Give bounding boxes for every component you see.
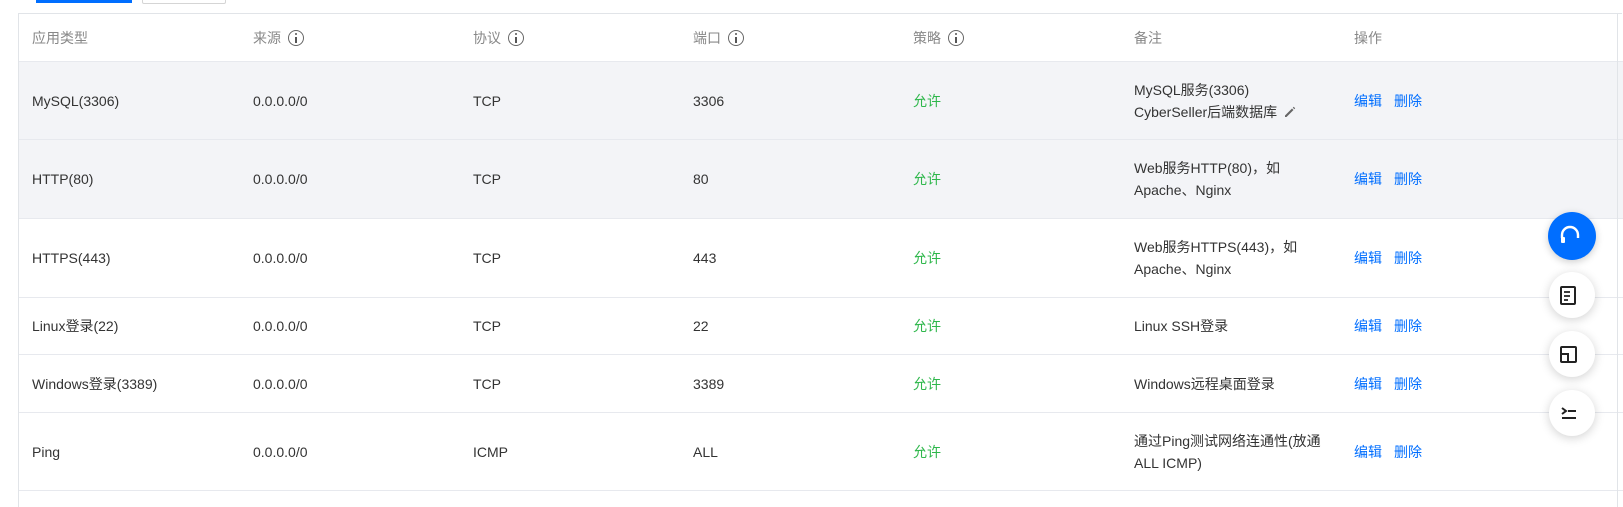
edit-rule-link[interactable]: 编辑 <box>1354 90 1382 112</box>
cell-policy: 允许 <box>913 443 941 460</box>
header-app-type: 应用类型 <box>32 14 242 61</box>
cell-source: 0.0.0.0/0 <box>253 92 308 109</box>
note-line: Apache、Nginx <box>1134 261 1232 277</box>
table-row: HTTP(80) 0.0.0.0/0 TCP 80 允许 Web服务HTTP(8… <box>19 140 1623 219</box>
cell-source: 0.0.0.0/0 <box>253 375 308 392</box>
note-line: Web服务HTTP(80)，如 <box>1134 160 1280 176</box>
cell-policy: 允许 <box>913 171 941 187</box>
cell-protocol: TCP <box>473 250 501 266</box>
cell-policy: 允许 <box>913 92 941 109</box>
cell-app-type: HTTPS(443) <box>32 250 111 266</box>
document-icon <box>1560 286 1576 305</box>
header-protocol: 协议 <box>473 14 683 61</box>
cell-note: Web服务HTTP(80)，如 Apache、Nginx <box>1134 140 1344 218</box>
table-right-border <box>1617 13 1618 507</box>
header-label: 策略 <box>913 29 941 46</box>
cell-protocol: TCP <box>473 318 501 334</box>
note-line: CyberSeller后端数据库 <box>1134 103 1278 120</box>
table-row: HTTPS(443) 0.0.0.0/0 TCP 443 允许 Web服务HTT… <box>19 219 1623 298</box>
cell-app-type: HTTP(80) <box>32 171 94 187</box>
delete-rule-link[interactable]: 删除 <box>1394 373 1422 395</box>
info-icon[interactable] <box>948 29 964 46</box>
cell-note: MySQL服务(3306) CyberSeller后端数据库 <box>1134 62 1344 139</box>
window-icon <box>1560 346 1577 363</box>
note-line: MySQL服务(3306) <box>1134 81 1250 98</box>
edit-rule-link[interactable]: 编辑 <box>1354 441 1382 463</box>
header-label: 应用类型 <box>32 29 88 46</box>
list-float-button[interactable] <box>1549 390 1595 436</box>
header-label: 操作 <box>1354 29 1382 46</box>
headset-icon <box>1560 225 1580 243</box>
info-icon[interactable] <box>288 29 304 46</box>
security-group-rules-page: 应用类型 来源 协议 端口 策略 备注 操作 MySQL(3306) 0.0.0… <box>0 0 1623 507</box>
table-header: 应用类型 来源 协议 端口 策略 备注 操作 <box>19 14 1623 62</box>
edit-rule-link[interactable]: 编辑 <box>1354 315 1382 337</box>
cell-protocol: TCP <box>473 92 501 109</box>
cell-policy: 允许 <box>913 375 941 392</box>
cell-port: 3389 <box>693 375 725 392</box>
delete-rule-link[interactable]: 删除 <box>1394 90 1422 112</box>
cell-port: 3306 <box>693 92 725 109</box>
cell-note: Web服务HTTPS(443)，如 Apache、Nginx <box>1134 219 1344 297</box>
cell-port: 80 <box>693 171 709 187</box>
note-line: ALL ICMP) <box>1134 454 1202 471</box>
cell-protocol: TCP <box>473 375 501 392</box>
cell-port: 22 <box>693 318 709 334</box>
cell-app-type: Ping <box>32 443 61 460</box>
note-line: 通过Ping测试网络连通性(放通 <box>1134 432 1321 449</box>
delete-rule-link[interactable]: 删除 <box>1394 247 1422 269</box>
add-rule-button[interactable] <box>36 0 132 3</box>
edit-rule-link[interactable]: 编辑 <box>1354 168 1382 190</box>
header-label: 协议 <box>473 29 501 46</box>
header-policy: 策略 <box>913 14 1123 61</box>
cell-protocol: TCP <box>473 171 501 187</box>
list-icon <box>1561 407 1576 419</box>
window-float-button[interactable] <box>1549 331 1595 377</box>
table-row: Ping 0.0.0.0/0 ICMP ALL 允许 通过Ping测试网络连通性… <box>19 413 1623 491</box>
header-port: 端口 <box>693 14 903 61</box>
cell-actions: 编辑 删除 <box>1354 140 1594 218</box>
header-label: 来源 <box>253 29 281 46</box>
header-actions: 操作 <box>1354 14 1594 61</box>
support-float-button[interactable] <box>1548 212 1596 260</box>
delete-rule-link[interactable]: 删除 <box>1394 168 1422 190</box>
delete-rule-link[interactable]: 删除 <box>1394 315 1422 337</box>
cell-source: 0.0.0.0/0 <box>253 443 308 460</box>
cell-actions: 编辑 删除 <box>1354 62 1594 139</box>
cell-app-type: Windows登录(3389) <box>32 375 158 392</box>
cell-app-type: Linux登录(22) <box>32 318 119 334</box>
info-icon[interactable] <box>728 29 744 46</box>
document-float-button[interactable] <box>1549 272 1595 318</box>
note-line: Apache、Nginx <box>1134 182 1232 198</box>
cell-note: 通过Ping测试网络连通性(放通 ALL ICMP) <box>1134 413 1344 490</box>
cell-source: 0.0.0.0/0 <box>253 171 308 187</box>
edit-rule-link[interactable]: 编辑 <box>1354 373 1382 395</box>
cell-policy: 允许 <box>913 318 941 334</box>
header-note: 备注 <box>1134 14 1344 61</box>
note-line: Web服务HTTPS(443)，如 <box>1134 239 1298 255</box>
table-row: MySQL(3306) 0.0.0.0/0 TCP 3306 允许 MySQL服… <box>19 62 1623 140</box>
header-label: 备注 <box>1134 29 1162 46</box>
pencil-icon[interactable] <box>1283 105 1297 119</box>
cell-app-type: MySQL(3306) <box>32 92 120 109</box>
cell-protocol: ICMP <box>473 443 508 460</box>
cell-note: Linux SSH登录 <box>1134 318 1229 334</box>
header-label: 端口 <box>693 29 721 46</box>
cell-port: 443 <box>693 250 717 266</box>
delete-rule-link[interactable]: 删除 <box>1394 441 1422 463</box>
cell-port: ALL <box>693 443 718 460</box>
cell-source: 0.0.0.0/0 <box>253 318 308 334</box>
rules-table: 应用类型 来源 协议 端口 策略 备注 操作 MySQL(3306) 0.0.0… <box>18 13 1623 507</box>
info-icon[interactable] <box>508 29 524 46</box>
cell-source: 0.0.0.0/0 <box>253 250 308 266</box>
secondary-toolbar-button[interactable] <box>142 0 226 4</box>
cell-note: Windows远程桌面登录 <box>1134 375 1275 392</box>
header-source: 来源 <box>253 14 463 61</box>
table-row: Windows登录(3389) 0.0.0.0/0 TCP 3389 允许 Wi… <box>19 355 1623 413</box>
edit-rule-link[interactable]: 编辑 <box>1354 247 1382 269</box>
cell-policy: 允许 <box>913 250 941 266</box>
table-row: Linux登录(22) 0.0.0.0/0 TCP 22 允许 Linux SS… <box>19 298 1623 355</box>
